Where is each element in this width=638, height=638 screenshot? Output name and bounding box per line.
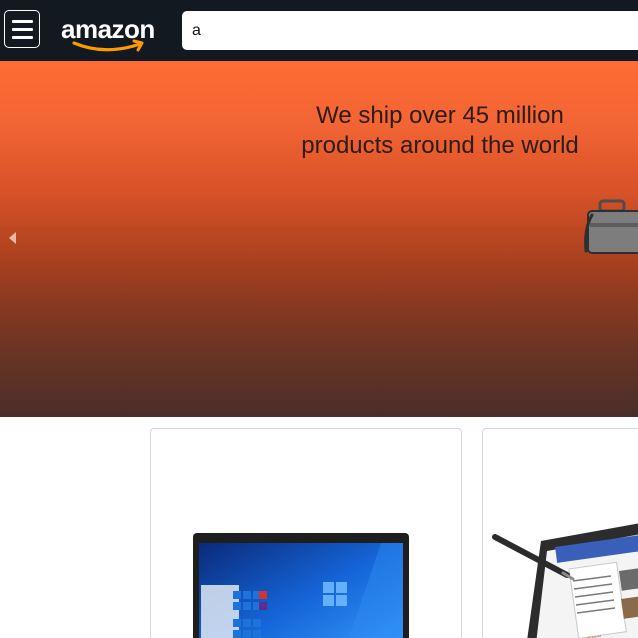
hero-banner[interactable]: We ship over 45 million products around … bbox=[0, 61, 638, 417]
chevron-left-icon bbox=[9, 232, 16, 244]
top-nav-bar: amazon bbox=[0, 0, 638, 61]
carousel-prev-button[interactable] bbox=[4, 223, 24, 253]
hamburger-menu-button[interactable] bbox=[4, 10, 40, 48]
product-card[interactable] bbox=[150, 428, 462, 638]
product-card[interactable]: ~~~ bbox=[482, 428, 638, 638]
page: amazon We ship over 45 million products … bbox=[0, 0, 638, 638]
hero-headline: We ship over 45 million products around … bbox=[280, 101, 600, 161]
logo-smile-icon bbox=[72, 39, 144, 52]
amazon-logo[interactable]: amazon bbox=[60, 13, 164, 53]
search-input[interactable] bbox=[182, 11, 638, 50]
hero-headline-line-1: We ship over 45 million bbox=[316, 102, 564, 129]
briefcase-icon bbox=[584, 199, 638, 254]
laptop-windows-image bbox=[193, 533, 409, 638]
hero-headline-line-2: products around the world bbox=[301, 132, 579, 159]
convertible-laptop-stylus-image: ~~~ bbox=[492, 523, 638, 638]
svg-text:~~~: ~~~ bbox=[586, 631, 602, 638]
